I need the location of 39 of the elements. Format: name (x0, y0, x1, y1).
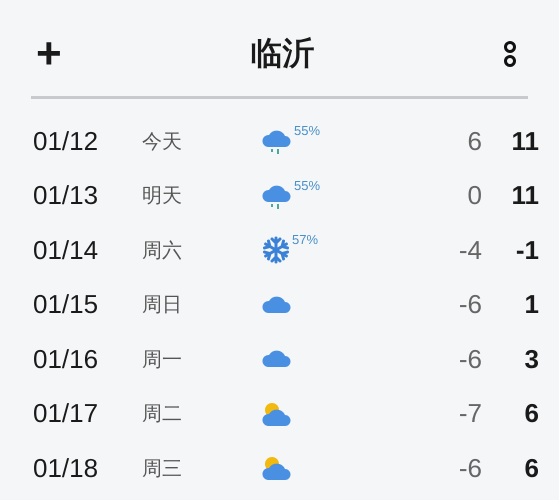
high-temperature: -1 (514, 234, 539, 266)
more-icon[interactable] (502, 40, 517, 68)
date-label: 01/13 (33, 180, 100, 212)
cloud-icon (262, 349, 292, 370)
date-label: 01/12 (33, 126, 100, 157)
cloud-icon (262, 294, 292, 315)
low-temperature: -4 (458, 234, 482, 266)
high-temperature: 6 (524, 398, 539, 430)
date-label: 01/18 (33, 452, 100, 484)
precipitation-chance: 57% (292, 232, 318, 248)
low-temperature: -6 (458, 289, 482, 320)
high-temperature: 3 (524, 344, 539, 375)
weekday-label: 周一 (142, 346, 183, 373)
low-temperature: 6 (466, 126, 482, 157)
weekday-label: 周日 (142, 291, 183, 318)
low-temperature: -7 (458, 398, 482, 430)
high-temperature: 1 (524, 289, 539, 320)
weekday-label: 周六 (142, 236, 183, 264)
low-temperature: -6 (458, 344, 482, 375)
city-title: 临沂 (250, 33, 314, 74)
sun-behind-cloud-icon (262, 400, 292, 427)
low-temperature: 0 (466, 180, 482, 212)
low-temperature: -6 (458, 452, 482, 484)
precipitation-chance: 55% (294, 123, 320, 138)
date-label: 01/15 (33, 289, 100, 320)
weekday-label: 今天 (142, 128, 183, 155)
date-label: 01/16 (33, 344, 100, 375)
sun-behind-cloud-icon (262, 455, 292, 482)
weekday-label: 周二 (142, 400, 183, 428)
high-temperature: 11 (510, 180, 539, 212)
high-temperature: 11 (510, 126, 539, 157)
high-temperature: 6 (524, 452, 539, 484)
add-button[interactable]: + (36, 32, 62, 76)
weekday-label: 明天 (142, 182, 183, 210)
date-label: 01/17 (33, 398, 100, 430)
precipitation-chance: 55% (294, 178, 320, 193)
weekday-label: 周三 (142, 454, 183, 482)
snowflake-icon (262, 236, 290, 264)
date-label: 01/14 (33, 234, 100, 266)
